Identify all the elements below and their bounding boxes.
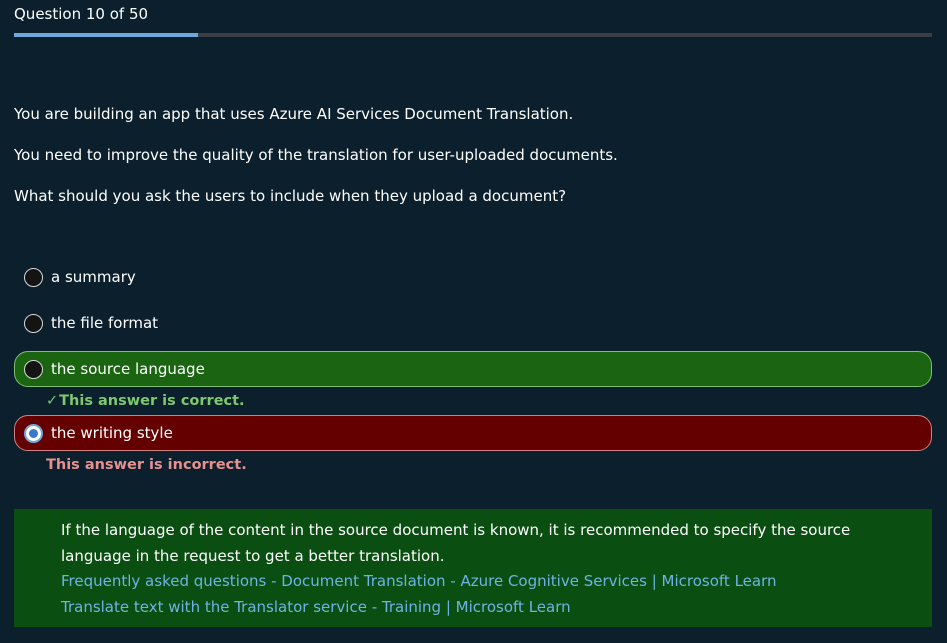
answer-option-source-language[interactable]: the source language [14,351,932,387]
explanation-text: If the language of the content in the so… [61,521,851,565]
explanation-panel: If the language of the content in the so… [14,509,932,627]
check-icon: ✓ [46,393,59,409]
correct-feedback-text: This answer is correct. [59,393,245,409]
question-text: You are building an app that uses Azure … [14,104,914,227]
question-counter: Question 10 of 50 [14,5,149,23]
question-line: What should you ask the users to include… [14,187,567,205]
incorrect-feedback-text: This answer is incorrect. [46,457,247,473]
answer-option-writing-style[interactable]: the writing style [14,415,932,451]
answer-option-label: a summary [51,268,136,286]
answer-option-file-format[interactable]: the file format [14,305,932,341]
progress-bar-fill [14,33,198,37]
correct-feedback: ✓ This answer is correct. [14,387,932,415]
reference-link-faq[interactable]: Frequently asked questions - Document Tr… [61,569,912,595]
reference-link-training[interactable]: Translate text with the Translator servi… [61,595,912,621]
answer-option-label: the writing style [51,424,173,442]
question-line: You need to improve the quality of the t… [14,146,618,164]
answer-options: a summary the file format the source lan… [14,259,932,479]
answer-option-label: the source language [51,360,205,378]
radio-button[interactable] [24,313,43,333]
incorrect-feedback: This answer is incorrect. [14,451,932,479]
radio-button[interactable] [24,359,43,379]
radio-button-selected[interactable] [24,423,43,443]
radio-button[interactable] [24,267,43,287]
question-line: You are building an app that uses Azure … [14,105,574,123]
answer-option-a-summary[interactable]: a summary [14,259,932,295]
progress-bar [14,33,932,37]
answer-option-label: the file format [51,314,159,332]
